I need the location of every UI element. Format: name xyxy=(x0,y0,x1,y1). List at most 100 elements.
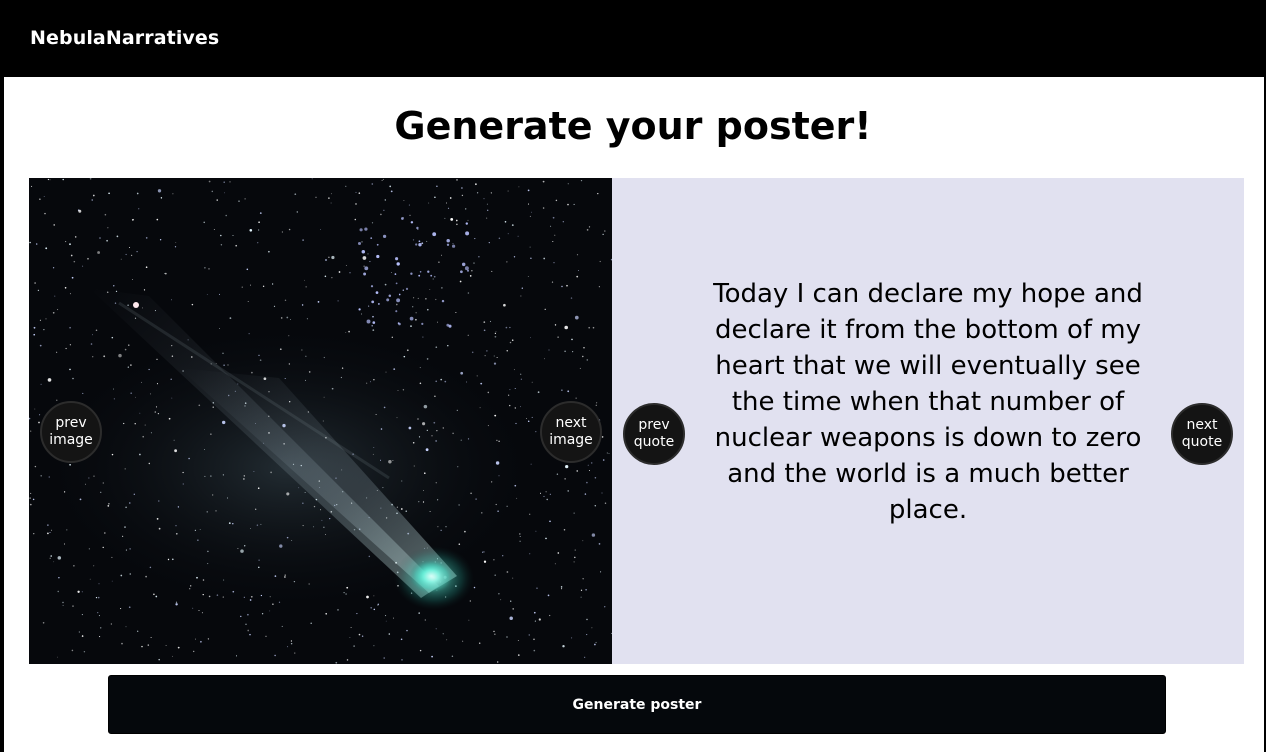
star xyxy=(395,303,398,306)
brand-link[interactable]: NebulaNarratives xyxy=(30,27,219,49)
star xyxy=(286,492,290,496)
star xyxy=(108,192,110,195)
star xyxy=(49,531,51,534)
star xyxy=(207,563,209,565)
star xyxy=(49,557,51,559)
star xyxy=(575,397,577,399)
star xyxy=(519,536,521,538)
star xyxy=(527,189,530,192)
star xyxy=(486,203,488,205)
star xyxy=(235,655,238,657)
star xyxy=(604,230,606,232)
star xyxy=(495,461,500,465)
star xyxy=(40,475,42,477)
star xyxy=(604,606,606,608)
star xyxy=(325,534,327,535)
star xyxy=(286,536,289,539)
star xyxy=(330,193,332,195)
star xyxy=(383,406,386,409)
next-image-button[interactable]: next image xyxy=(540,401,602,463)
next-quote-button[interactable]: next quote xyxy=(1171,403,1233,465)
star xyxy=(516,497,518,499)
star xyxy=(206,294,208,295)
star xyxy=(210,475,212,477)
star xyxy=(124,468,126,470)
star xyxy=(396,506,398,508)
star xyxy=(507,190,509,192)
prev-quote-button[interactable]: prev quote xyxy=(623,403,685,465)
star xyxy=(383,209,385,211)
star xyxy=(281,625,283,627)
star xyxy=(265,635,267,637)
star xyxy=(269,596,271,598)
star xyxy=(510,600,512,602)
star xyxy=(98,583,100,585)
star xyxy=(49,179,51,181)
star xyxy=(418,501,420,503)
star xyxy=(304,491,306,493)
star xyxy=(227,364,229,366)
star xyxy=(424,619,426,621)
star xyxy=(511,224,514,226)
star xyxy=(349,272,351,274)
star xyxy=(128,344,130,346)
star xyxy=(317,301,320,303)
star xyxy=(348,330,350,333)
star xyxy=(302,239,304,241)
star xyxy=(361,241,363,243)
star xyxy=(160,197,163,199)
star xyxy=(478,256,480,258)
star xyxy=(483,551,485,553)
star xyxy=(284,574,286,576)
star xyxy=(247,301,249,302)
star xyxy=(32,498,35,501)
star xyxy=(81,591,83,593)
star xyxy=(134,423,136,425)
star xyxy=(422,336,424,338)
star xyxy=(392,459,394,461)
star xyxy=(56,399,58,401)
star xyxy=(288,228,291,231)
star xyxy=(382,178,384,180)
star xyxy=(437,499,439,501)
star xyxy=(434,395,436,398)
star xyxy=(542,207,545,209)
star xyxy=(573,512,575,514)
star xyxy=(203,221,205,224)
star xyxy=(416,226,419,230)
star xyxy=(440,378,443,381)
star xyxy=(120,258,122,260)
star xyxy=(322,420,324,422)
star xyxy=(546,498,548,501)
star xyxy=(447,344,449,347)
star xyxy=(531,211,532,213)
star xyxy=(255,508,257,510)
star xyxy=(93,565,95,567)
generate-poster-button[interactable]: Generate poster xyxy=(108,675,1166,734)
star xyxy=(446,202,447,204)
star xyxy=(381,179,383,181)
star xyxy=(223,579,225,581)
star xyxy=(572,351,574,353)
star xyxy=(247,613,249,616)
star xyxy=(509,616,513,621)
star xyxy=(561,285,563,288)
star xyxy=(108,502,110,505)
star xyxy=(545,537,547,540)
star xyxy=(580,589,583,591)
star xyxy=(196,576,198,579)
star xyxy=(441,254,443,256)
star xyxy=(177,506,180,508)
star xyxy=(308,583,310,585)
star xyxy=(504,221,507,223)
star xyxy=(189,588,191,590)
star xyxy=(396,417,398,419)
star xyxy=(373,645,375,647)
star xyxy=(320,509,322,511)
prev-image-button[interactable]: prev image xyxy=(40,401,102,463)
star xyxy=(43,328,45,331)
star xyxy=(156,383,159,385)
star xyxy=(573,203,575,205)
star xyxy=(486,350,488,352)
star xyxy=(99,636,101,638)
